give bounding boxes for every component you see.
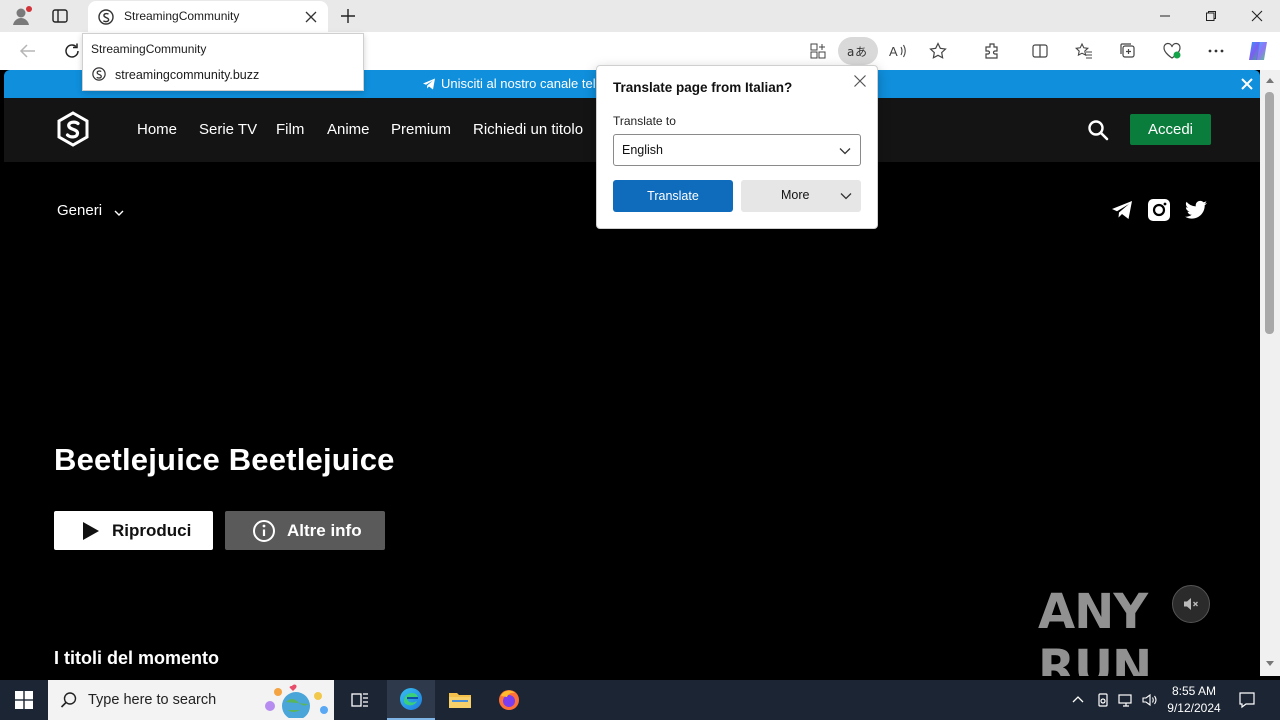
- more-label: More: [781, 188, 810, 202]
- suggestion-site-name: StreamingCommunity: [91, 42, 207, 56]
- volume-icon[interactable]: [1142, 692, 1158, 708]
- search-icon: [60, 691, 78, 709]
- twitter-icon[interactable]: [1184, 198, 1208, 222]
- tab-actions-icon[interactable]: [50, 6, 70, 26]
- translate-icon[interactable]: aあ: [838, 37, 878, 65]
- svg-text:a: a: [847, 45, 854, 59]
- clock-date: 9/12/2024: [1167, 701, 1221, 715]
- info-icon: [252, 519, 276, 543]
- chevron-down-icon: [839, 189, 853, 203]
- tab-close-icon[interactable]: [304, 10, 318, 24]
- search-icon[interactable]: [1086, 118, 1110, 142]
- site-logo[interactable]: [56, 111, 90, 147]
- translate-to-label: Translate to: [613, 114, 676, 128]
- selected-language: English: [622, 143, 663, 157]
- clock-time: 8:55 AM: [1171, 684, 1217, 698]
- minimize-icon[interactable]: [1142, 0, 1188, 32]
- nav-premium[interactable]: Premium: [391, 121, 451, 138]
- translate-title: Translate page from Italian?: [613, 80, 793, 95]
- section-title: I titoli del momento: [54, 648, 219, 668]
- site-favicon-icon: [98, 9, 114, 25]
- watermark-text: ANY RUN: [1038, 584, 1152, 676]
- more-info-button[interactable]: Altre info: [225, 511, 385, 550]
- windows-start-icon[interactable]: [0, 680, 48, 720]
- profile-icon[interactable]: [10, 5, 32, 27]
- show-hidden-icons-icon[interactable]: [1070, 692, 1086, 708]
- instagram-icon[interactable]: [1147, 198, 1171, 222]
- nav-anime[interactable]: Anime: [327, 121, 370, 138]
- translate-popup: Translate page from Italian? Translate t…: [596, 65, 878, 229]
- more-options-icon[interactable]: [1206, 41, 1226, 61]
- banner-text: Unisciti al nostro canale tel: [441, 76, 596, 91]
- scroll-up-icon: [1266, 78, 1274, 83]
- favorite-star-icon[interactable]: [928, 41, 948, 61]
- collections-icon[interactable]: [1118, 41, 1138, 61]
- device-icon[interactable]: [1095, 692, 1111, 708]
- task-view-icon[interactable]: [336, 680, 384, 720]
- extensions-icon[interactable]: [982, 41, 1002, 61]
- restore-icon[interactable]: [1188, 0, 1234, 32]
- translate-close-icon[interactable]: [853, 74, 867, 88]
- taskbar-clock[interactable]: 8:55 AM 9/12/2024: [1160, 683, 1228, 717]
- app-available-icon[interactable]: [808, 41, 828, 61]
- suggestion-favicon-icon: [92, 67, 106, 81]
- svg-text:A: A: [889, 44, 898, 59]
- read-aloud-icon[interactable]: A: [888, 41, 908, 61]
- close-window-icon[interactable]: [1234, 0, 1280, 32]
- active-tab[interactable]: StreamingCommunity: [88, 1, 328, 32]
- banner-close-icon[interactable]: [1240, 77, 1254, 91]
- play-button[interactable]: Riproduci: [54, 511, 213, 550]
- page-scrollbar[interactable]: [1260, 70, 1280, 676]
- split-screen-icon[interactable]: [1030, 41, 1050, 61]
- firefox-icon[interactable]: [485, 680, 533, 720]
- refresh-icon[interactable]: [62, 41, 82, 61]
- file-explorer-icon[interactable]: [436, 680, 484, 720]
- nav-home[interactable]: Home: [137, 121, 177, 138]
- nav-film[interactable]: Film: [276, 121, 304, 138]
- edge-taskbar-icon[interactable]: [387, 680, 435, 720]
- scroll-down-icon: [1266, 661, 1274, 666]
- address-suggestion-popup: StreamingCommunity streamingcommunity.bu…: [82, 33, 364, 91]
- browser-tab-bar: StreamingCommunity: [0, 0, 1280, 32]
- chevron-down-icon[interactable]: [113, 206, 125, 218]
- translate-button[interactable]: Translate: [613, 180, 733, 212]
- svg-text:あ: あ: [855, 45, 867, 59]
- nav-request-title[interactable]: Richiedi un titolo: [473, 121, 583, 138]
- windows-taskbar: Type here to search 8:55 AM 9/12/2024: [0, 680, 1280, 720]
- more-button[interactable]: More: [741, 180, 861, 212]
- back-icon[interactable]: [18, 41, 38, 61]
- taskbar-search-placeholder: Type here to search: [88, 692, 217, 708]
- copilot-icon[interactable]: [1246, 39, 1270, 63]
- anyrun-watermark: ANY RUN: [1038, 584, 1260, 676]
- telegram-icon: [422, 77, 436, 91]
- notification-icon[interactable]: [1238, 691, 1256, 709]
- taskbar-search-box[interactable]: Type here to search: [48, 680, 334, 720]
- chevron-down-icon: [838, 144, 852, 158]
- more-info-label: Altre info: [287, 521, 362, 540]
- telegram-social-icon[interactable]: [1110, 198, 1134, 222]
- favorites-icon[interactable]: [1074, 41, 1094, 61]
- browser-essentials-icon[interactable]: [1162, 41, 1182, 61]
- network-icon[interactable]: [1118, 692, 1134, 708]
- suggestion-url[interactable]: streamingcommunity.buzz: [115, 68, 259, 82]
- nav-serie-tv[interactable]: Serie TV: [199, 121, 257, 138]
- language-select[interactable]: English: [613, 134, 861, 166]
- scroll-thumb[interactable]: [1265, 92, 1274, 334]
- new-tab-icon[interactable]: [338, 6, 358, 26]
- genre-dropdown[interactable]: Generi: [57, 202, 102, 219]
- play-icon: [82, 521, 100, 541]
- play-label: Riproduci: [112, 521, 192, 540]
- search-highlight-icon: [258, 682, 332, 720]
- tab-title: StreamingCommunity: [124, 9, 240, 23]
- login-button[interactable]: Accedi: [1130, 114, 1211, 145]
- hero-title: Beetlejuice Beetlejuice: [54, 442, 395, 477]
